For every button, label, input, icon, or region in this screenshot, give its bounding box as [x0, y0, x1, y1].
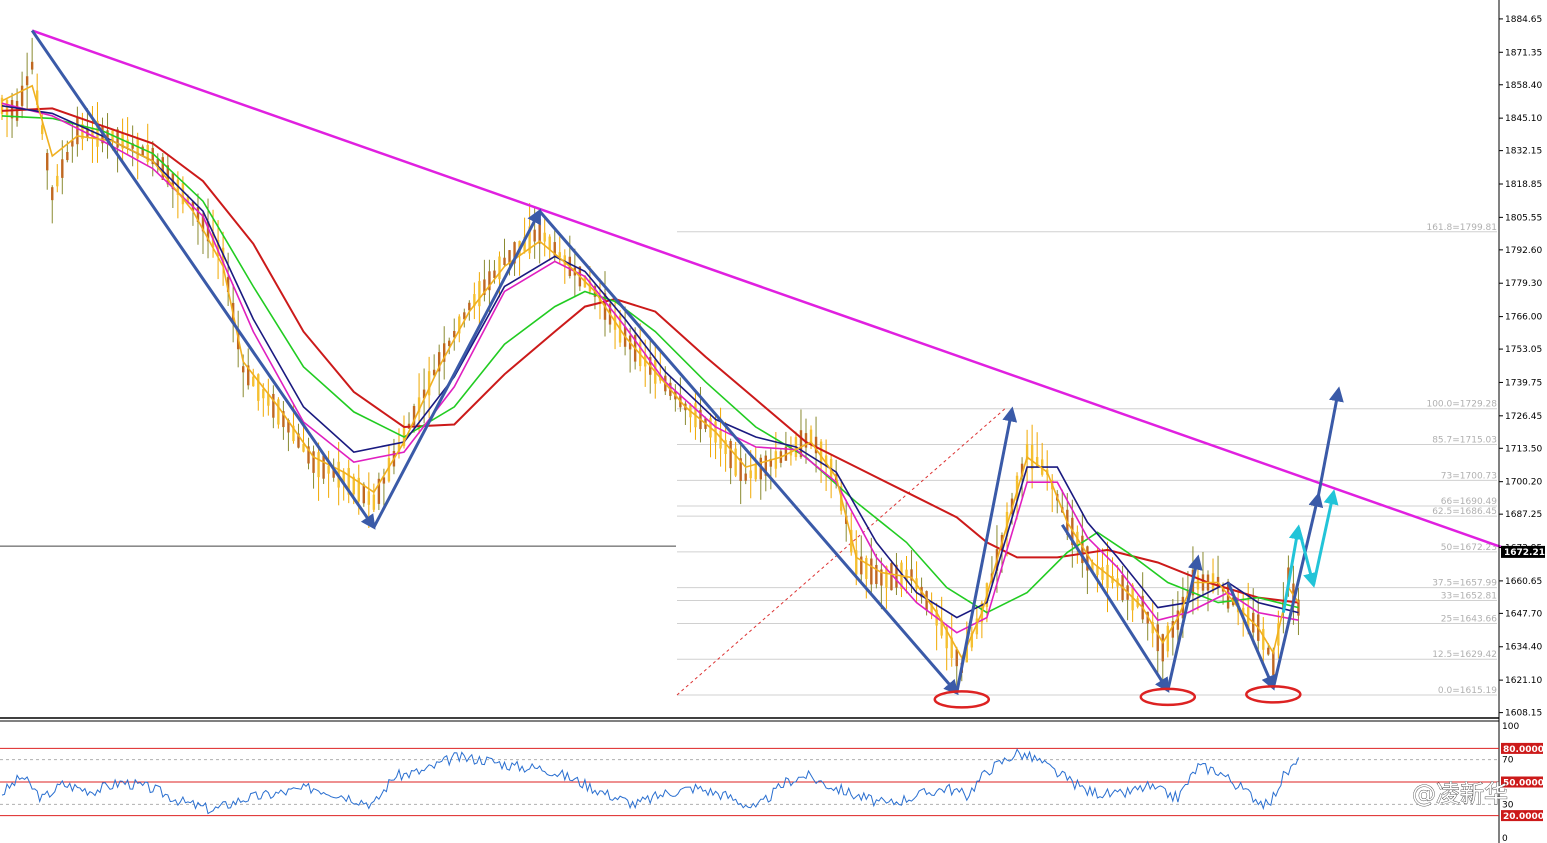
candle-body-190: [955, 649, 958, 667]
candle-body-54: [272, 393, 275, 418]
fib-label-11: 0.0=1615.19: [1438, 686, 1497, 696]
candle-body-146: [734, 448, 737, 476]
osc-level-label-1: 50.0000: [1503, 779, 1544, 789]
candle-body-145: [729, 441, 732, 469]
candle-body-11: [56, 175, 59, 187]
fib-label-7: 37.5=1657.99: [1432, 579, 1497, 589]
candle-body-8: [41, 125, 44, 135]
candle-body-64: [322, 455, 325, 479]
candle-body-252: [1267, 647, 1270, 655]
candle-body-74: [372, 494, 376, 510]
candle-body-6: [30, 61, 34, 70]
price-tick-label-20: 1621.10: [1505, 676, 1542, 686]
candle-body-150: [754, 463, 757, 480]
chart-background: [0, 0, 1547, 843]
candle-body-231: [1161, 634, 1164, 662]
price-tick-label-0: 1884.65: [1505, 15, 1542, 25]
osc-level-label-0: 80.0000: [1503, 745, 1544, 755]
price-tick-label-17: 1660.65: [1505, 577, 1542, 587]
candle-body-100: [503, 257, 506, 266]
osc-axis-label-3: 0: [1502, 834, 1508, 843]
price-tick-label-15: 1687.25: [1505, 510, 1542, 520]
candle-body-174: [875, 564, 878, 585]
candle-body-148: [744, 473, 747, 481]
current-price-label: 1672.21: [1504, 548, 1545, 558]
candle-body-52: [262, 389, 265, 399]
price-tick-label-2: 1858.40: [1505, 81, 1542, 91]
price-tick-label-3: 1845.10: [1505, 114, 1542, 124]
fib-label-9: 25=1643.66: [1441, 615, 1497, 625]
candle-body-9: [46, 152, 49, 171]
price-tick-label-21: 1608.15: [1505, 709, 1542, 719]
candle-body-172: [865, 558, 868, 579]
price-tick-label-12: 1726.45: [1505, 412, 1542, 422]
fib-label-0: 161.8=1799.81: [1426, 223, 1497, 233]
price-tick-label-11: 1739.75: [1505, 378, 1542, 388]
candle-body-50: [252, 376, 255, 387]
chart-canvas: 161.8=1799.81 100.0=1729.28 85.7=1715.03 73…: [0, 0, 1547, 843]
price-tick-label-9: 1766.00: [1505, 313, 1542, 323]
fib-label-2: 85.7=1715.03: [1432, 435, 1497, 445]
candle-body-109: [548, 236, 551, 250]
candle-body-55: [277, 399, 280, 425]
candle-body-1: [5, 100, 9, 116]
candle-body-36: [181, 183, 185, 205]
price-tick-label-8: 1779.30: [1505, 279, 1542, 289]
fib-label-5: 62.5=1686.45: [1432, 507, 1497, 517]
candle-body-173: [870, 558, 873, 585]
price-tick-label-6: 1805.55: [1505, 213, 1542, 223]
candle-body-106: [533, 229, 536, 242]
candle-body-177: [890, 563, 893, 591]
candle-body-205: [1030, 444, 1034, 470]
candle-body-98: [493, 270, 496, 279]
candle-body-65: [327, 465, 330, 474]
price-tick-label-19: 1634.40: [1505, 643, 1542, 653]
candle-body-15: [76, 117, 79, 145]
candle-body-251: [1262, 628, 1265, 650]
fib-label-3: 73=1700.73: [1441, 471, 1497, 481]
candle-body-95: [478, 281, 481, 307]
candle-body-108: [543, 232, 546, 242]
fib-label-8: 33=1652.81: [1441, 592, 1497, 602]
watermark: @凌新华: [1412, 780, 1508, 808]
candle-body-232: [1166, 625, 1169, 652]
candle-body-107: [538, 218, 541, 244]
candle-body-99: [498, 256, 501, 280]
fib-label-1: 100.0=1729.28: [1426, 400, 1497, 410]
fib-label-4: 66=1690.49: [1441, 497, 1497, 507]
candle-body-10: [51, 187, 54, 201]
candle-body-12: [61, 159, 64, 178]
candle-body-220: [1106, 564, 1109, 589]
price-tick-label-7: 1792.60: [1505, 246, 1542, 256]
price-tick-label-10: 1753.05: [1505, 345, 1542, 355]
candle-body-51: [257, 374, 260, 401]
candle-body-25: [126, 139, 129, 148]
price-tick-label-13: 1713.50: [1505, 444, 1542, 454]
price-tick-label-1: 1871.35: [1505, 48, 1542, 58]
price-tick-label-5: 1818.85: [1505, 180, 1542, 190]
candle-body-230: [1156, 624, 1159, 652]
price-tick-label-14: 1700.20: [1505, 478, 1542, 488]
price-tick-label-4: 1832.15: [1505, 147, 1542, 157]
candle-body-72: [362, 484, 365, 504]
candle-body-4: [20, 85, 24, 106]
fib-label-10: 12.5=1629.42: [1432, 650, 1497, 660]
candle-body-163: [819, 441, 823, 465]
candle-body-13: [66, 151, 69, 161]
osc-axis-label-0: 100: [1502, 722, 1519, 732]
candle-body-48: [242, 366, 245, 373]
candle-body-73: [367, 491, 371, 505]
candle-body-63: [317, 452, 320, 478]
price-tick-label-18: 1647.70: [1505, 609, 1542, 619]
candle-body-154: [774, 451, 778, 469]
fib-label-6: 50=1672.23: [1441, 543, 1497, 553]
osc-axis-label-1: 70: [1502, 756, 1514, 766]
candle-body-149: [749, 470, 752, 479]
candle-body-27: [136, 138, 139, 159]
osc-level-label-2: 20.0000: [1503, 812, 1544, 822]
candle-body-5: [25, 76, 29, 86]
